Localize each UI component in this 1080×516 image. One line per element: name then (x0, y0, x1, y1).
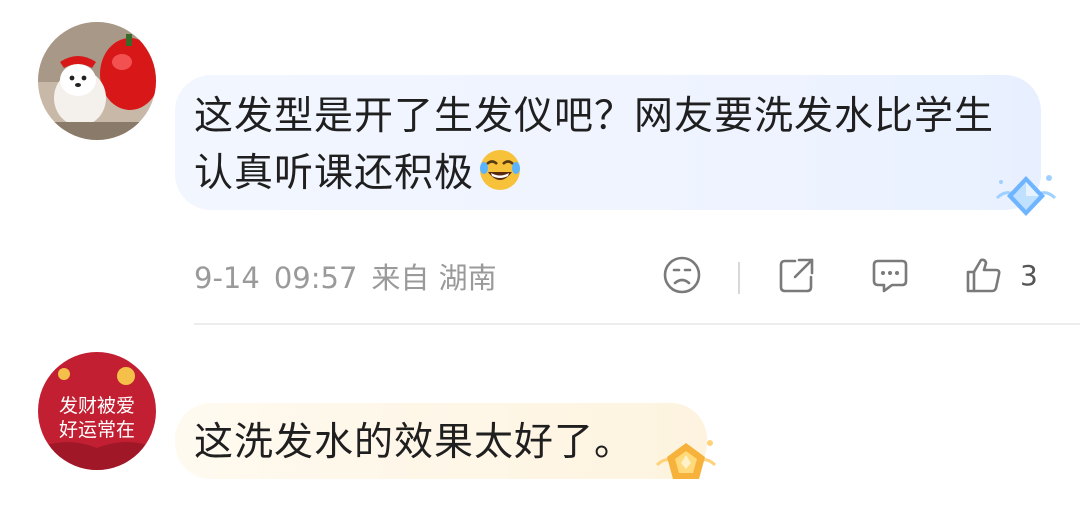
avatar[interactable]: 发财被爱 好运常在 (38, 352, 156, 470)
comment-text[interactable]: 这发型是开了生发仪吧？网友要洗发水比学生认真听课还积极 (194, 88, 1024, 208)
share-icon (779, 258, 814, 293)
reply-button[interactable] (870, 255, 910, 295)
comment-date: 9-14 (194, 261, 260, 295)
comment-location: 来自 湖南 (371, 261, 497, 295)
thumbs-up-icon (966, 258, 1001, 293)
avatar-image (38, 22, 156, 140)
share-button[interactable] (777, 255, 817, 295)
avatar-image: 发财被爱 好运常在 (38, 352, 156, 470)
comment-meta: 9-14 09:57 来自 湖南 (194, 258, 511, 298)
crown-badge-icon (655, 435, 717, 491)
comment-item: 这发型是开了生发仪吧？网友要洗发水比学生认真听课还积极 9-14 09:57 来自 … (0, 0, 1080, 325)
comment-icon (872, 259, 908, 293)
avatar-text-line2: 好运常在 (59, 419, 135, 441)
diamond-badge-icon (995, 170, 1057, 226)
comment-time: 09:57 (273, 261, 358, 295)
avatar[interactable] (38, 22, 156, 140)
comment-text[interactable]: 这洗发水的效果太好了。 (194, 414, 694, 471)
avatar-text-line1: 发财被爱 (59, 395, 135, 417)
action-divider (738, 262, 740, 294)
dislike-button[interactable] (662, 255, 702, 295)
frown-face-icon (663, 256, 701, 294)
like-button[interactable]: 3 (964, 255, 1038, 295)
comment-item: 发财被爱 好运常在 这洗发水的效果太好了。 (0, 325, 1080, 516)
laughing-tears-emoji (478, 148, 522, 208)
like-count: 3 (1020, 258, 1038, 292)
